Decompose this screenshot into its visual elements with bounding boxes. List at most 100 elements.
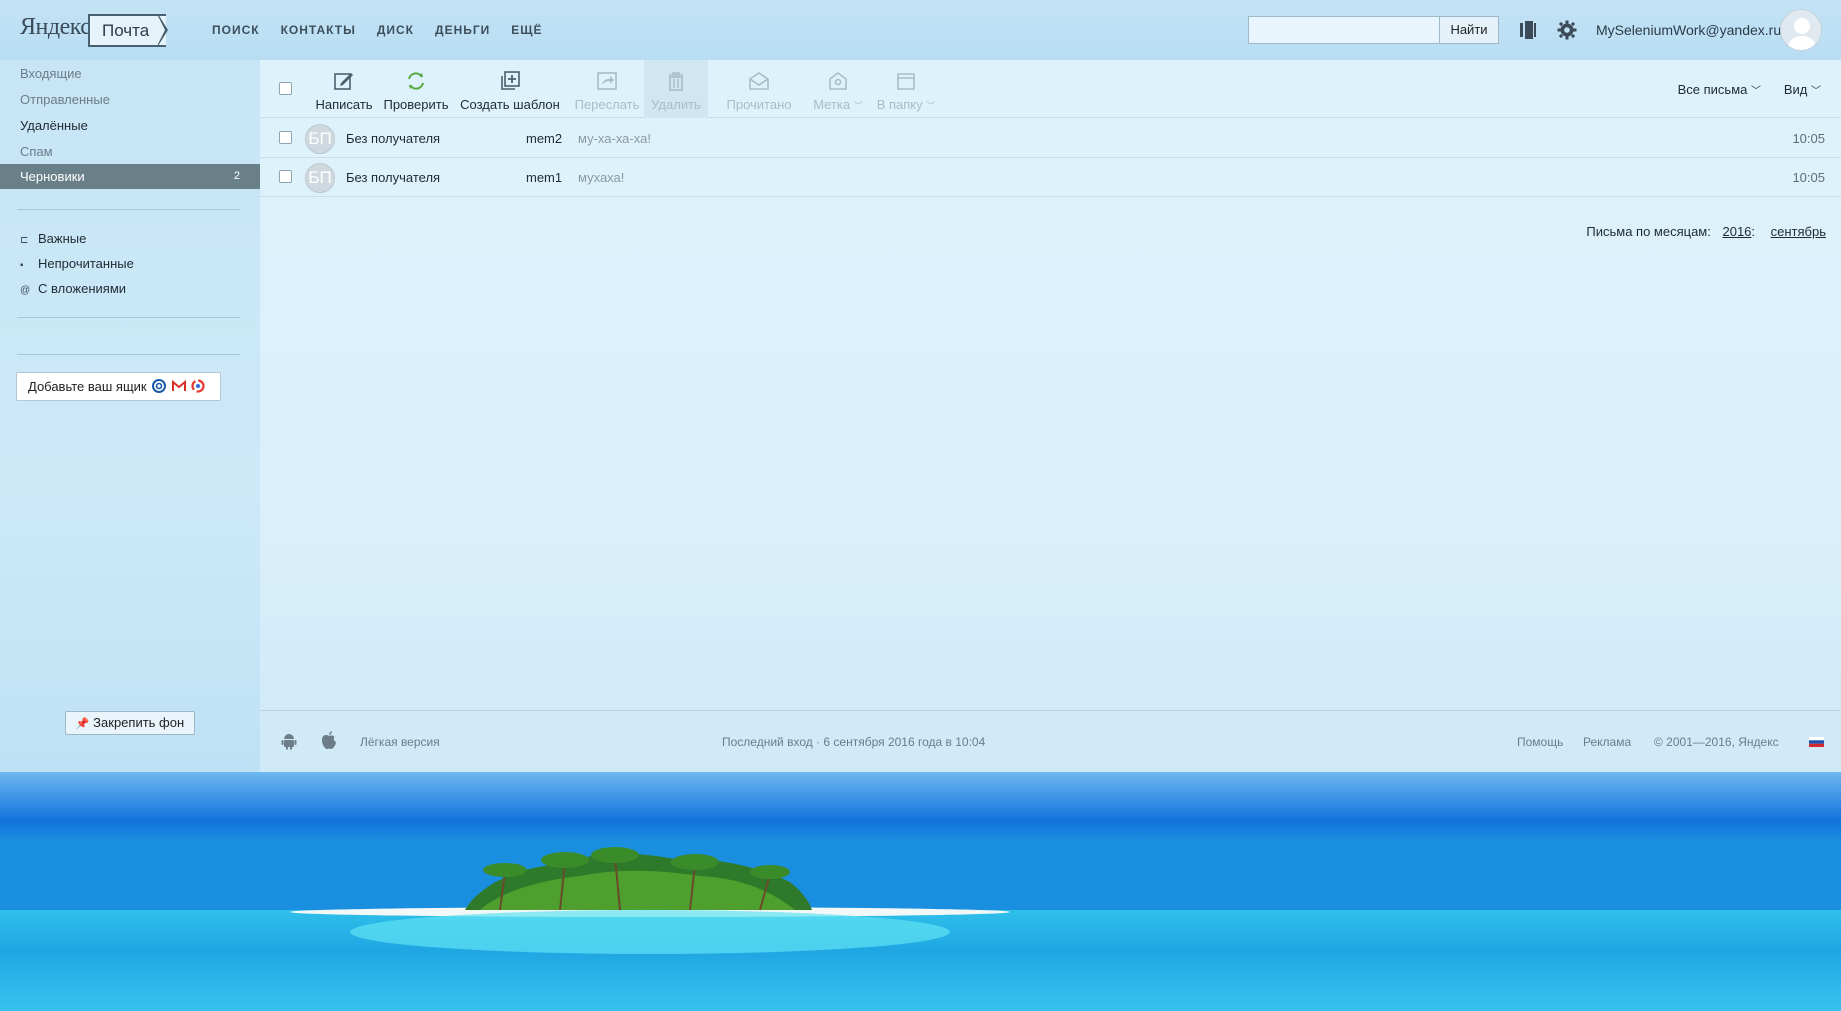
message-time: 10:05 (1792, 170, 1825, 185)
message-time: 10:05 (1792, 131, 1825, 146)
pin-icon: 📌 (75, 718, 90, 730)
chevron-down-icon: ﹀ (1751, 86, 1761, 97)
light-version-link[interactable]: Лёгкая версия (360, 735, 440, 749)
add-mailbox-button[interactable]: Добавьте ваш ящик (16, 372, 221, 401)
mail-logo[interactable]: Почта (88, 14, 166, 47)
label-button[interactable]: Метка ﹀ (808, 60, 868, 118)
year-link[interactable]: 2016 (1722, 224, 1751, 239)
main-content: Написать Проверить Создать шаблон Пересл… (260, 60, 1841, 772)
sidebar-divider (17, 354, 240, 355)
add-mailbox-label: Добавьте ваш ящик (28, 379, 147, 394)
mail-logo-arrow-inner (158, 16, 165, 44)
chevron-down-icon: ﹀ (853, 101, 863, 111)
message-checkbox[interactable] (279, 170, 292, 183)
island-illustration (0, 772, 1841, 1011)
message-row[interactable]: БП Без получателя mem1 мухаха! 10:05 (260, 158, 1841, 197)
move-to-folder-label: В папку ﹀ (876, 97, 936, 112)
all-letters-dropdown[interactable]: Все письма ﹀ (1678, 82, 1761, 97)
folder-sent[interactable]: Отправленные (0, 87, 260, 112)
folder-label: Отправленные (20, 92, 110, 107)
label-label: Метка ﹀ (813, 97, 863, 112)
check-mail-label: Проверить (383, 97, 449, 112)
android-icon[interactable] (280, 732, 298, 750)
folder-inbox[interactable]: Входящие (0, 61, 260, 86)
user-email[interactable]: MySeleniumWork@yandex.ru (1596, 22, 1781, 38)
message-from: Без получателя (346, 131, 441, 146)
folder-icon (897, 73, 915, 90)
sender-avatar: БП (305, 163, 335, 193)
compose-icon (334, 73, 353, 90)
russian-flag-icon[interactable] (1809, 737, 1824, 747)
message-subject: mem2 (526, 131, 563, 146)
chevron-down-icon: ﹀ (1811, 86, 1821, 97)
mark-read-button[interactable]: Прочитано (720, 60, 798, 118)
check-mail-button[interactable]: Проверить (381, 60, 451, 118)
folder-label: Удалённые (20, 118, 88, 133)
filter-important[interactable]: ⊏ Важные (20, 231, 86, 246)
apple-icon[interactable] (320, 730, 338, 750)
folder-label: Спам (20, 144, 53, 159)
top-nav: ПОИСК КОНТАКТЫ ДИСК ДЕНЬГИ ЕЩЁ (212, 23, 543, 37)
pin-background-label: Закрепить фон (93, 715, 185, 730)
message-firstline: му-ха-ха-ха! (578, 131, 651, 146)
compose-label: Написать (315, 97, 373, 112)
folder-deleted[interactable]: Удалённые (0, 113, 260, 138)
by-months-label: Письма по месяцам: (1586, 224, 1711, 239)
nav-search[interactable]: ПОИСК (212, 23, 260, 37)
search-input[interactable] (1248, 16, 1439, 44)
folder-drafts[interactable]: Черновики 2 (0, 164, 260, 189)
footer: Лёгкая версия Последний вход · 6 сентябр… (260, 710, 1841, 772)
nav-more[interactable]: ЕЩЁ (511, 23, 542, 37)
tag-icon (829, 72, 847, 90)
create-template-label: Создать шаблон (460, 97, 560, 112)
nav-contacts[interactable]: КОНТАКТЫ (281, 23, 356, 37)
folder-count: 2 (233, 170, 240, 182)
sidebar-divider (17, 209, 240, 210)
important-icon: ⊏ (20, 235, 29, 246)
delete-button[interactable]: Удалить (644, 60, 708, 118)
envelope-open-icon (749, 72, 769, 90)
message-from: Без получателя (346, 170, 441, 185)
compose-button[interactable]: Написать (312, 60, 376, 118)
filter-label: Важные (38, 231, 87, 246)
settings-gear-icon[interactable] (1556, 20, 1578, 40)
user-silhouette-icon (1787, 18, 1817, 50)
sidebar: Входящие Отправленные Удалённые Спам Чер… (0, 60, 260, 772)
pin-background-button[interactable]: 📌 Закрепить фон (65, 711, 195, 735)
message-checkbox[interactable] (279, 131, 292, 144)
background-island-image (0, 772, 1841, 1011)
message-row[interactable]: БП Без получателя mem2 му-ха-ха-ха! 10:0… (260, 119, 1841, 158)
filter-attachments[interactable]: @ С вложениями (20, 281, 126, 296)
filter-unread[interactable]: ▪ Непрочитанные (20, 256, 134, 271)
refresh-icon (408, 72, 424, 90)
nav-money[interactable]: ДЕНЬГИ (435, 23, 490, 37)
select-all-checkbox[interactable] (279, 82, 292, 95)
sidebar-divider (17, 317, 240, 318)
unread-icon: ▪ (20, 260, 24, 271)
themes-icon[interactable] (1517, 20, 1539, 40)
letters-by-months: Письма по месяцам: 2016: сентябрь (1586, 224, 1826, 239)
attachment-icon: @ (20, 285, 31, 296)
sender-avatar: БП (305, 124, 335, 154)
forward-icon (597, 72, 617, 90)
mark-read-label: Прочитано (726, 97, 792, 112)
user-avatar[interactable] (1780, 9, 1822, 51)
month-link[interactable]: сентябрь (1771, 224, 1826, 239)
forward-button[interactable]: Переслать (570, 60, 644, 118)
yandex-logo[interactable]: Яндекс (20, 14, 91, 41)
view-dropdown[interactable]: Вид ﹀ (1784, 82, 1821, 97)
toolbar: Написать Проверить Создать шаблон Пересл… (260, 60, 1841, 118)
filter-label: С вложениями (38, 281, 127, 296)
create-template-button[interactable]: Создать шаблон (458, 60, 562, 118)
copyright: © 2001—2016, Яндекс (1654, 735, 1779, 749)
all-letters-label: Все письма (1677, 82, 1748, 97)
search-button[interactable]: Найти (1439, 16, 1499, 44)
nav-disk[interactable]: ДИСК (377, 23, 414, 37)
ads-link[interactable]: Реклама (1583, 735, 1631, 749)
help-link[interactable]: Помощь (1517, 735, 1563, 749)
view-label: Вид (1783, 82, 1808, 97)
template-icon (501, 71, 520, 90)
delete-label: Удалить (651, 97, 701, 112)
move-to-folder-button[interactable]: В папку ﹀ (872, 60, 940, 118)
folder-spam[interactable]: Спам (0, 139, 260, 164)
